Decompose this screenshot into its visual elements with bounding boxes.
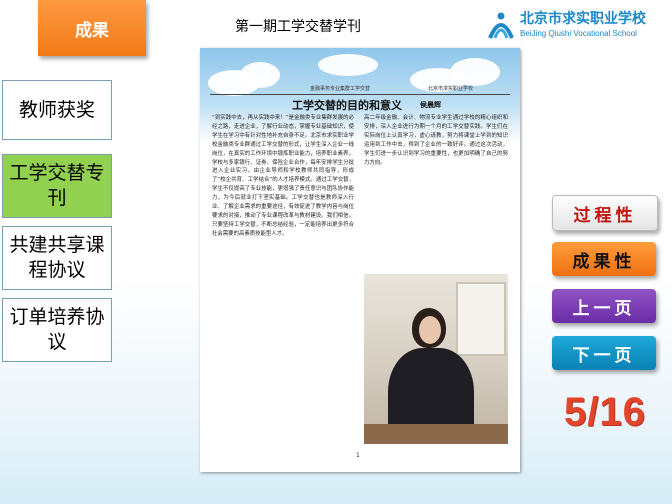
sidebar-item-course-agreement[interactable]: 共建共享课程协议 xyxy=(2,226,112,290)
sidebar-item-label: 教师获奖 xyxy=(18,98,95,121)
article-body-right: 高二年级金融、会计、物流专业学生通过学校的精心组织和安排，深入企业进行为期一个月… xyxy=(364,115,508,166)
next-page-button[interactable]: 下一页 xyxy=(552,336,656,370)
tab-result-label: 成果 xyxy=(75,20,109,41)
journal-header-left: 金融事务专业集群工学交替 xyxy=(310,86,371,92)
logo-name-en: BeiJing Qiushi Vocational School xyxy=(520,29,637,38)
journal-page-number: 1 xyxy=(356,452,360,459)
journal-page-image: 金融事务专业集群工学交替 北京市求实职业学校 工学交替的目的和意义 侯晨辉 “到… xyxy=(200,48,520,472)
sidebar-item-work-study-journal[interactable]: 工学交替专刊 xyxy=(2,154,112,218)
page-counter: 5/16 xyxy=(564,390,646,434)
header-rule xyxy=(210,94,510,95)
prev-page-button[interactable]: 上一页 xyxy=(552,289,656,323)
sidebar-item-order-training[interactable]: 订单培养协议 xyxy=(2,298,112,362)
sidebar-item-teacher-awards[interactable]: 教师获奖 xyxy=(2,80,112,140)
result-button[interactable]: 成果性 xyxy=(552,242,656,276)
sidebar-item-label: 共建共享课程协议 xyxy=(9,234,105,281)
article-photo xyxy=(364,274,508,444)
process-button[interactable]: 过程性 xyxy=(552,195,658,231)
article-body-left: “到实践中去，再从实践中来！”是金融类专业集群发展的必经之路，走进企业，了解行业… xyxy=(212,115,354,237)
next-page-label: 下一页 xyxy=(572,345,636,366)
logo-name-cn: 北京市求实职业学校 xyxy=(520,11,646,27)
tab-result[interactable]: 成果 xyxy=(38,0,146,56)
page-title: 第一期工学交替学刊 xyxy=(235,19,361,35)
logo-icon xyxy=(488,12,514,39)
school-logo: 北京市求实职业学校 BeiJing Qiushi Vocational Scho… xyxy=(484,6,672,46)
sidebar-item-label: 工学交替专刊 xyxy=(9,162,105,209)
journal-header-right: 北京市求实职业学校 xyxy=(428,86,474,92)
prev-page-label: 上一页 xyxy=(572,298,636,319)
process-button-label: 过程性 xyxy=(573,205,637,226)
result-button-label: 成果性 xyxy=(572,251,636,272)
article-author: 侯晨辉 xyxy=(420,101,441,109)
article-title: 工学交替的目的和意义 xyxy=(292,99,402,112)
sidebar-item-label: 订单培养协议 xyxy=(9,306,105,353)
